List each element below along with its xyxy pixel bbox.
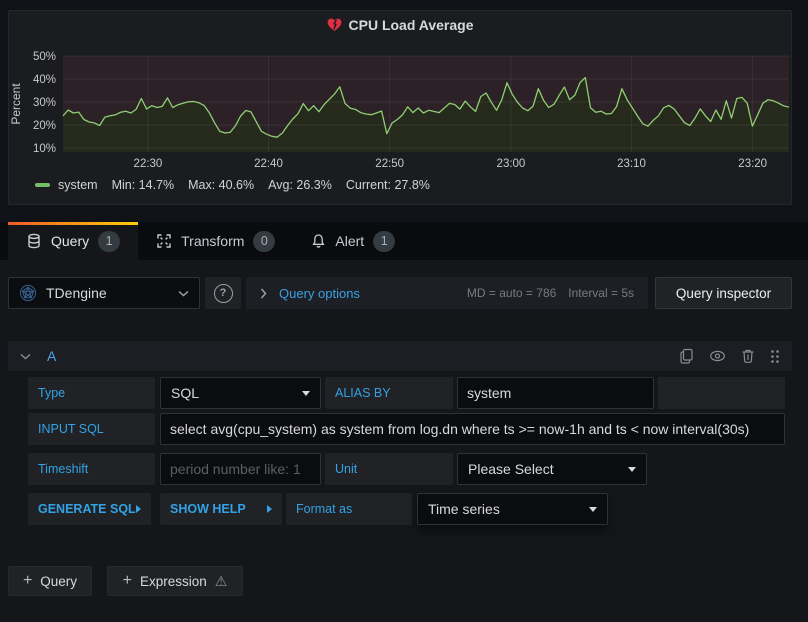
chart-legend: system Min: 14.7% Max: 40.6% Avg: 26.3% … <box>35 178 430 192</box>
tab-label: Transform <box>181 233 244 249</box>
add-query-label: Query <box>40 574 77 589</box>
query-editor-content: TDengine ? Query options MD = auto = 786… <box>0 260 808 622</box>
caret-down-icon <box>302 391 310 396</box>
query-count-badge: 1 <box>98 231 120 252</box>
bell-icon <box>311 233 326 249</box>
query-options-toggle[interactable]: Query options <box>279 286 360 301</box>
series-name[interactable]: system <box>58 178 98 192</box>
tdengine-logo-icon <box>19 284 37 302</box>
panel-header[interactable]: CPU Load Average <box>9 11 791 39</box>
timeshift-label: Timeshift <box>28 453 155 485</box>
unit-select-value: Please Select <box>468 461 628 477</box>
collapse-chevron-icon[interactable] <box>20 353 31 360</box>
legend-stat-min: Min: 14.7% <box>112 178 175 192</box>
interval-info: Interval = 5s <box>568 286 634 300</box>
add-expression-button[interactable]: + Expression ⚠ <box>107 566 243 596</box>
show-help-label: SHOW HELP <box>170 502 267 516</box>
plus-icon: + <box>123 573 132 589</box>
svg-text:50%: 50% <box>33 51 56 63</box>
delete-query-trash-icon[interactable] <box>741 348 755 364</box>
timeshift-placeholder: period number like: 1 <box>170 461 301 477</box>
arrow-right-icon <box>136 505 141 513</box>
caret-down-icon <box>628 467 636 472</box>
alias-by-label: ALIAS BY <box>325 377 453 409</box>
input-sql-field[interactable]: select avg(cpu_system) as system from lo… <box>160 413 785 445</box>
hide-query-eye-icon[interactable] <box>709 348 726 364</box>
query-row-header[interactable]: A <box>8 341 792 371</box>
tab-transform[interactable]: Transform 0 <box>138 222 293 260</box>
add-expression-label: Expression <box>140 574 207 589</box>
unit-select[interactable]: Please Select <box>457 453 647 485</box>
transform-count-badge: 0 <box>253 231 275 252</box>
question-mark-icon: ? <box>214 284 233 303</box>
legend-stat-avg: Avg: 26.3% <box>268 178 332 192</box>
svg-text:23:10: 23:10 <box>617 158 646 170</box>
input-sql-label: INPUT SQL <box>28 413 155 445</box>
svg-text:40%: 40% <box>33 74 56 86</box>
svg-text:Percent: Percent <box>9 83 23 125</box>
alert-count-badge: 1 <box>373 231 395 252</box>
type-label: Type <box>28 377 155 409</box>
caret-down-icon <box>589 507 597 512</box>
query-inspector-button[interactable]: Query inspector <box>655 277 792 309</box>
show-help-button[interactable]: SHOW HELP <box>160 493 282 525</box>
svg-text:30%: 30% <box>33 97 56 109</box>
plus-icon: + <box>23 573 32 589</box>
alias-by-input[interactable]: system <box>457 377 654 409</box>
format-as-select[interactable]: Time series <box>417 493 608 525</box>
chevron-right-icon <box>260 288 267 299</box>
svg-text:23:20: 23:20 <box>738 158 767 170</box>
query-options-bar: Query options MD = auto = 786 Interval =… <box>246 277 648 309</box>
datasource-help-button[interactable]: ? <box>205 277 241 309</box>
row-filler-block <box>658 377 785 409</box>
svg-text:20%: 20% <box>33 120 56 132</box>
tab-label: Alert <box>335 233 364 249</box>
generate-sql-button[interactable]: GENERATE SQL <box>28 493 151 525</box>
editor-tabbar: Query 1 Transform 0 Alert 1 <box>0 222 808 260</box>
legend-stat-current: Current: 27.8% <box>346 178 430 192</box>
svg-text:22:40: 22:40 <box>254 158 283 170</box>
max-data-points-info: MD = auto = 786 <box>467 286 556 300</box>
datasource-name: TDengine <box>46 285 169 301</box>
alerting-heart-icon <box>327 18 342 32</box>
svg-text:23:00: 23:00 <box>497 158 526 170</box>
timeshift-input[interactable]: period number like: 1 <box>160 453 321 485</box>
svg-text:22:30: 22:30 <box>134 158 163 170</box>
panel-title: CPU Load Average <box>349 17 474 33</box>
alias-by-value: system <box>467 385 511 401</box>
chevron-down-icon <box>178 290 189 297</box>
generate-sql-label: GENERATE SQL <box>38 502 136 516</box>
series-color-swatch[interactable] <box>35 183 50 187</box>
warning-triangle-icon: ⚠ <box>215 573 228 590</box>
query-ref-id: A <box>47 348 679 364</box>
svg-text:10%: 10% <box>33 143 56 155</box>
timeseries-chart[interactable]: 50% 40% 30% 20% 10% 22:30 22:40 22:50 23:00 23:10… <box>9 39 791 173</box>
transform-icon <box>156 233 172 249</box>
arrow-right-icon <box>267 505 272 513</box>
legend-stat-max: Max: 40.6% <box>188 178 254 192</box>
database-icon <box>26 233 42 249</box>
type-select-value: SQL <box>171 385 302 401</box>
add-query-button[interactable]: + Query <box>8 566 92 596</box>
type-select[interactable]: SQL <box>160 377 321 409</box>
tab-alert[interactable]: Alert 1 <box>293 222 413 260</box>
input-sql-value: select avg(cpu_system) as system from lo… <box>170 421 749 437</box>
unit-label: Unit <box>325 453 453 485</box>
duplicate-query-icon[interactable] <box>679 348 694 364</box>
format-as-value: Time series <box>428 501 589 517</box>
svg-text:22:50: 22:50 <box>375 158 404 170</box>
tab-query[interactable]: Query 1 <box>8 222 138 260</box>
datasource-picker[interactable]: TDengine <box>8 277 200 309</box>
cpu-load-panel: CPU Load Average 50% 40% 30% 20% 10% 22:30 22:… <box>8 10 792 205</box>
format-as-label: Format as <box>286 493 412 525</box>
tab-label: Query <box>51 233 89 249</box>
drag-handle-icon[interactable] <box>770 349 780 364</box>
